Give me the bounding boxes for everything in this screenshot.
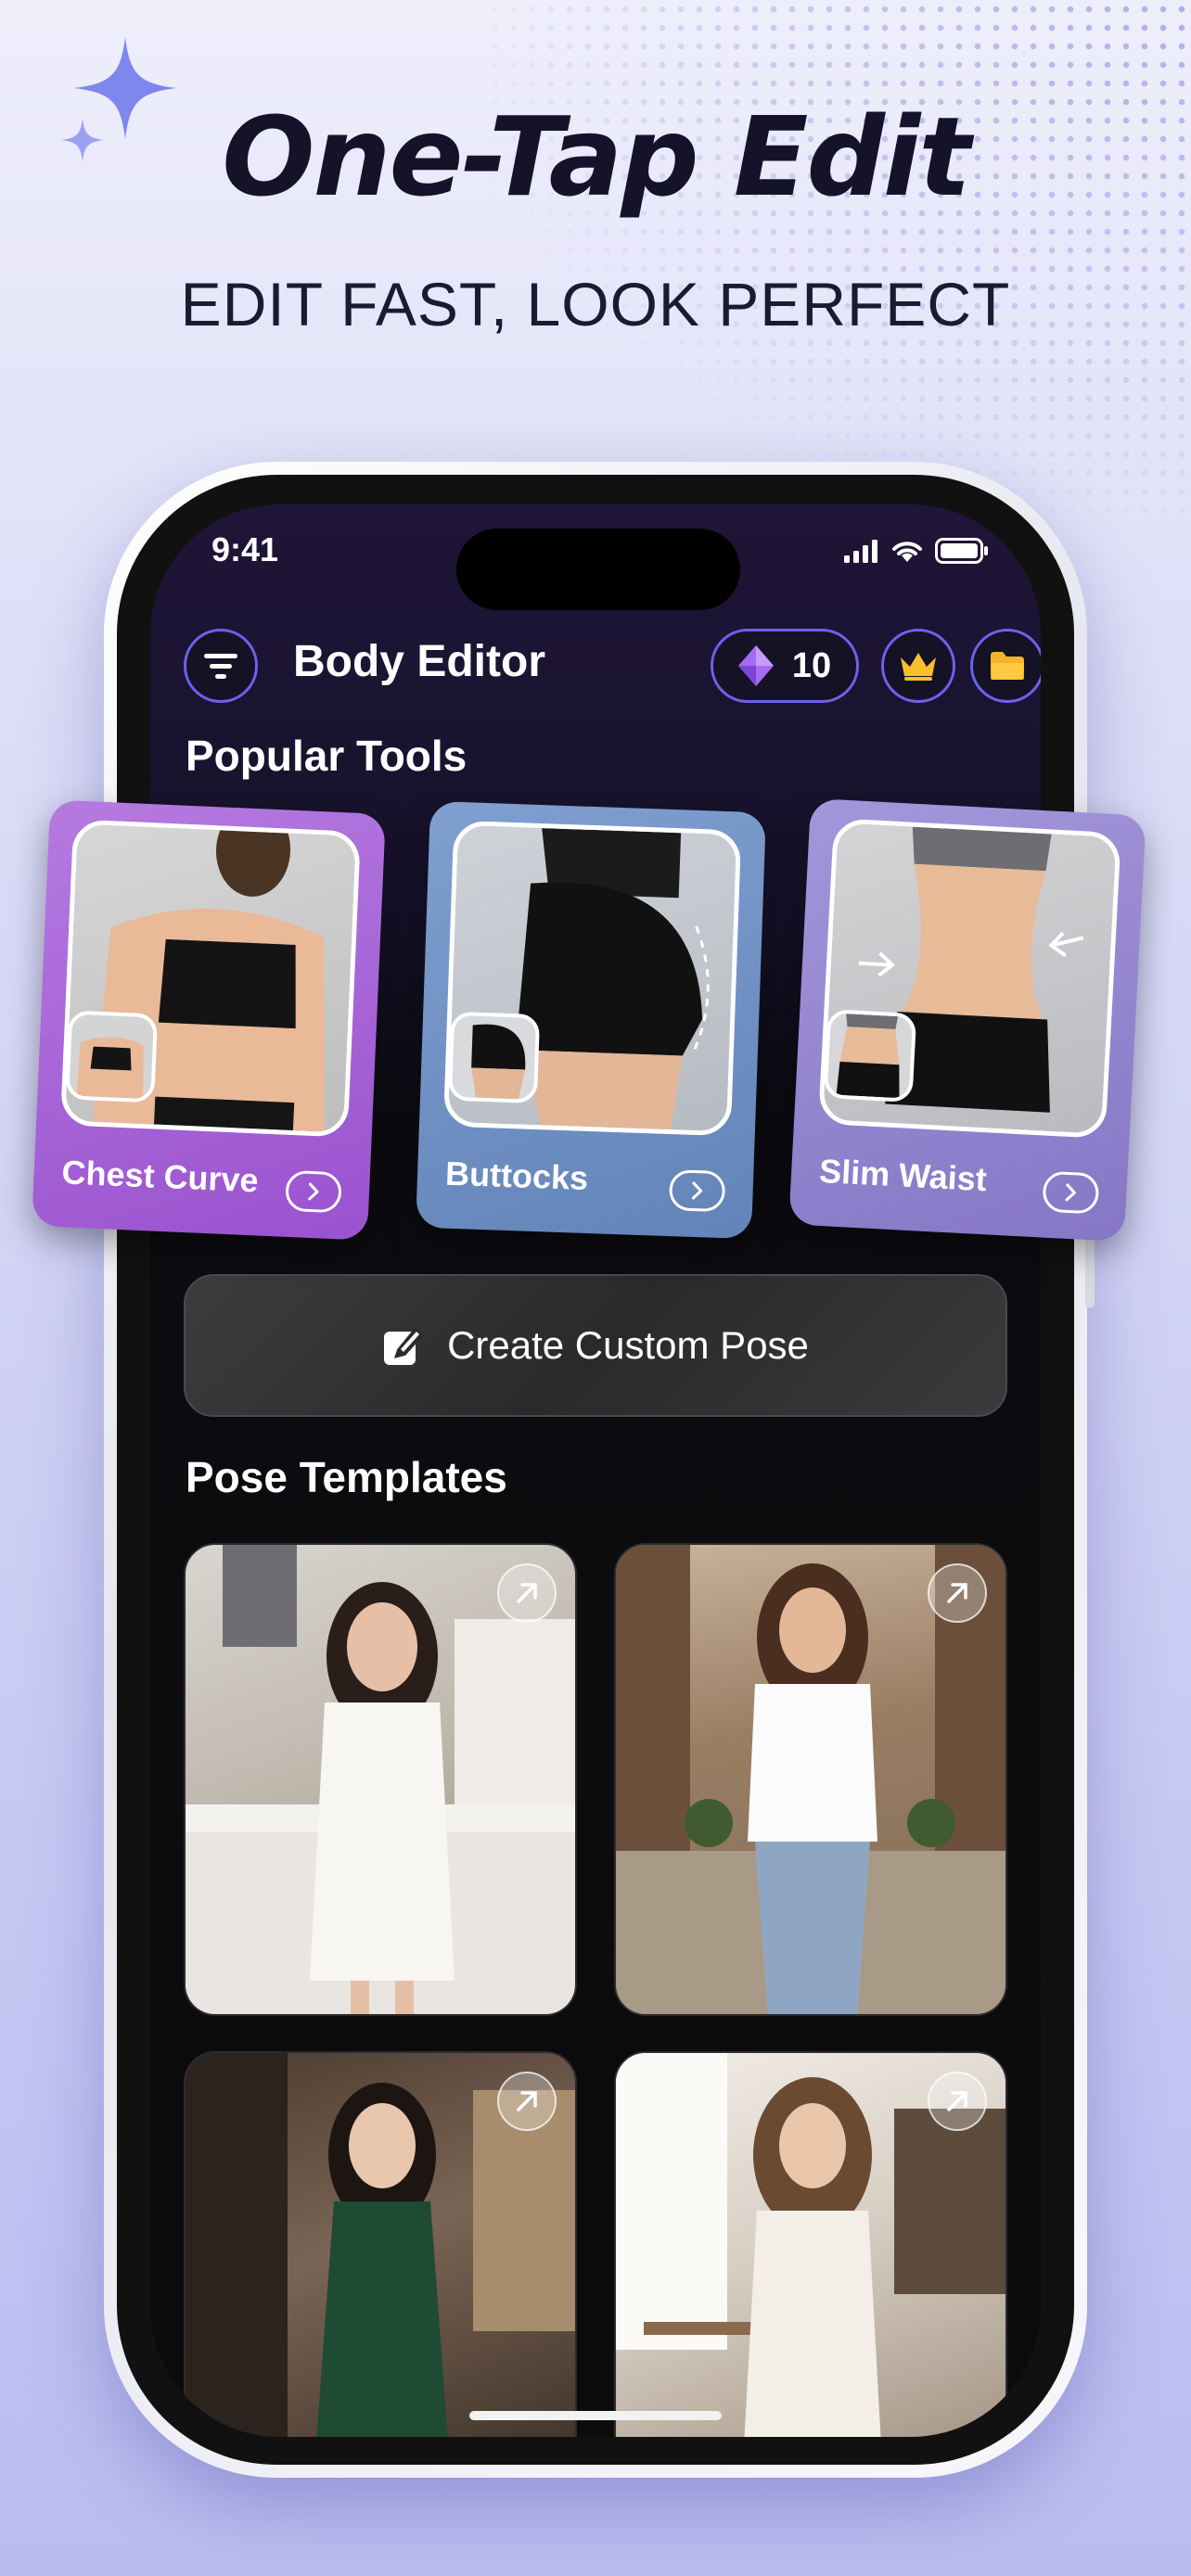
- open-template-button[interactable]: [497, 2072, 557, 2131]
- promo-subheadline: EDIT FAST, LOOK PERFECT: [180, 270, 1011, 338]
- tool-card-chest-curve[interactable]: Chest Curve: [32, 799, 386, 1241]
- open-template-button[interactable]: [928, 1563, 987, 1623]
- filter-button[interactable]: [184, 629, 258, 703]
- tool-card-buttocks[interactable]: Buttocks: [416, 800, 766, 1240]
- tool-thumb-chest: [76, 1037, 144, 1099]
- pose-template-card[interactable]: [614, 1543, 1007, 2016]
- tool-label: Slim Waist: [818, 1151, 988, 1199]
- home-indicator: [469, 2411, 722, 2420]
- gem-balance-button[interactable]: 10: [711, 629, 859, 703]
- app-screen: 9:41 Body Editor 10 Popular Tools Create…: [150, 504, 1041, 2437]
- pose-templates-title: Pose Templates: [186, 1453, 507, 1501]
- diamond-gem-icon: [737, 645, 774, 686]
- halftone-dots: [486, 0, 1191, 519]
- wifi-icon: [892, 542, 922, 562]
- arrow-up-right-icon: [517, 2091, 537, 2111]
- tool-card-slim-waist[interactable]: Slim Waist: [788, 797, 1146, 1243]
- tool-before-thumb: [65, 1010, 159, 1103]
- arrow-up-right-icon: [517, 1583, 537, 1603]
- chevron-right-icon: [691, 1181, 703, 1200]
- edit-note-icon: [384, 1327, 424, 1365]
- crown-icon: [901, 653, 936, 681]
- open-template-button[interactable]: [497, 1563, 557, 1623]
- battery-icon: [935, 538, 988, 564]
- chevron-right-icon: [1065, 1183, 1076, 1202]
- dynamic-island: [456, 529, 740, 610]
- tool-before-thumb: [823, 1009, 917, 1103]
- app-header: Body Editor 10: [184, 629, 1041, 703]
- popular-tools-title: Popular Tools: [186, 732, 467, 780]
- chevron-right-icon: [308, 1182, 319, 1201]
- tool-before-thumb: [447, 1011, 541, 1104]
- gem-count: 10: [791, 645, 832, 685]
- app-title: Body Editor: [293, 637, 545, 686]
- status-time: 9:41: [211, 530, 279, 568]
- pose-template-card[interactable]: [184, 1543, 577, 2016]
- tool-thumb-buttocks: [471, 1024, 526, 1100]
- arrow-up-right-icon: [947, 2091, 967, 2111]
- tool-label: Buttocks: [444, 1154, 589, 1197]
- filter-icon: [204, 654, 237, 679]
- status-icons: [844, 538, 989, 564]
- tool-go-button[interactable]: [285, 1169, 342, 1214]
- arrow-up-right-icon: [947, 1583, 967, 1603]
- promo-headline: One-Tap Edit: [222, 93, 971, 221]
- folder-button[interactable]: [970, 629, 1041, 703]
- tool-go-button[interactable]: [668, 1169, 726, 1213]
- cellular-signal-icon: [844, 540, 877, 563]
- tool-thumb-waist: [836, 1014, 900, 1099]
- tool-label: Chest Curve: [60, 1153, 260, 1200]
- pose-template-card[interactable]: [184, 2051, 577, 2437]
- folder-icon: [991, 652, 1024, 680]
- tool-go-button[interactable]: [1042, 1170, 1100, 1215]
- create-custom-pose-button[interactable]: Create Custom Pose: [184, 1274, 1007, 1417]
- premium-button[interactable]: [881, 629, 955, 703]
- pose-template-card[interactable]: [614, 2051, 1007, 2437]
- create-custom-pose-label: Create Custom Pose: [447, 1323, 809, 1367]
- open-template-button[interactable]: [928, 2072, 987, 2131]
